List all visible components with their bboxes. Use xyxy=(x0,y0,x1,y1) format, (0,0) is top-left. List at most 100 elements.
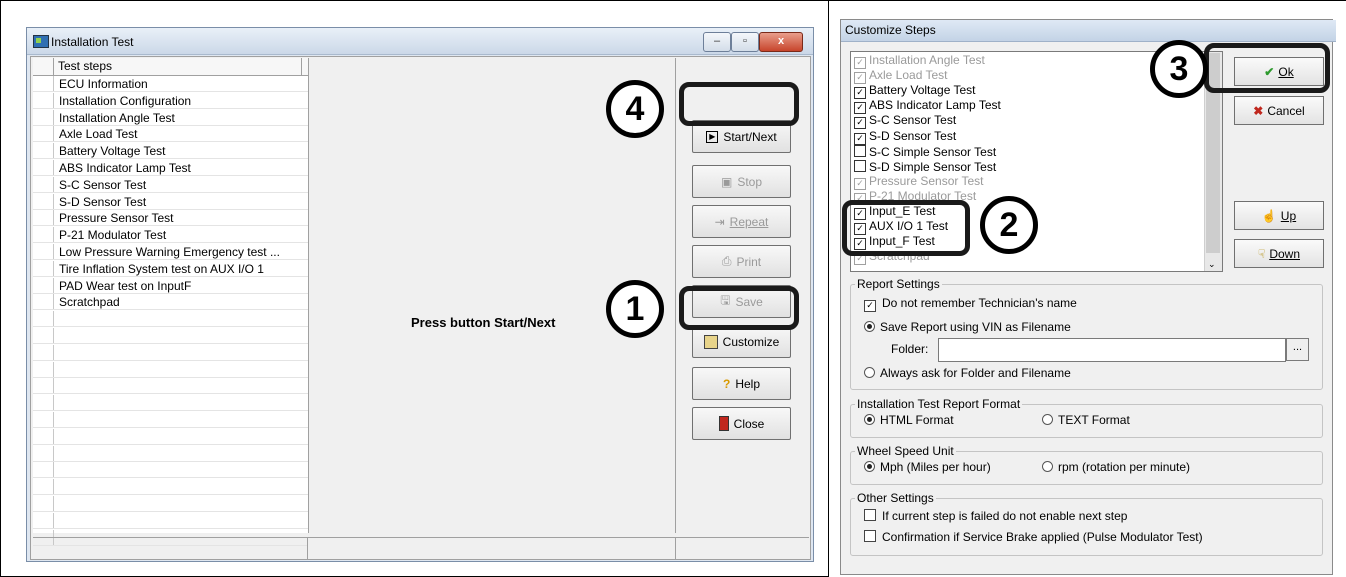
checkbox-box xyxy=(854,159,866,172)
repeat-button[interactable]: ⇥ Repeat xyxy=(692,205,791,238)
step-row[interactable]: S-D Sensor Test xyxy=(33,193,308,210)
step-checkbox-label: Pressure Sensor Test xyxy=(869,173,984,188)
row-gutter xyxy=(33,76,54,92)
step-checkbox-label: Battery Voltage Test xyxy=(869,83,976,98)
figure-border-top xyxy=(0,0,828,1)
test-steps-grid[interactable]: Test steps ECU Information Installation C… xyxy=(33,58,309,546)
scroll-down-arrow[interactable]: ⌄ xyxy=(1208,259,1216,270)
step-row[interactable]: Installation Angle Test xyxy=(33,109,308,126)
grid-header: Test steps xyxy=(33,58,308,76)
failed-step-checkbox[interactable]: If current step is failed do not enable … xyxy=(864,509,1127,523)
empty-row xyxy=(33,344,308,361)
radio-dot xyxy=(864,461,875,472)
mph-radio[interactable]: Mph (Miles per hour) xyxy=(864,460,991,474)
stop-button[interactable]: ▣ Stop xyxy=(692,165,791,198)
empty-row xyxy=(33,428,308,445)
empty-row xyxy=(33,496,308,512)
dont-remember-tech-checkbox[interactable]: ✓ Do not remember Technician's name xyxy=(864,296,1077,312)
step-label: Installation Angle Test xyxy=(59,110,175,125)
step-row[interactable]: Battery Voltage Test xyxy=(33,143,308,160)
up-button[interactable]: ☝ Up xyxy=(1234,201,1324,230)
row-gutter xyxy=(33,143,54,160)
ok-highlight xyxy=(1204,43,1330,93)
customize-label: Customize xyxy=(722,334,780,349)
empty-row xyxy=(33,328,308,344)
row-gutter xyxy=(33,210,54,227)
maximize-button[interactable]: ▫ xyxy=(731,32,759,52)
print-button[interactable]: ⎙ Print xyxy=(692,245,791,278)
step-label: Pressure Sensor Test xyxy=(59,211,174,226)
status-separator-2 xyxy=(675,538,676,560)
customize-steps-dialog: Customize Steps ✓ Installation Angle Test… xyxy=(840,19,1336,575)
step-row[interactable]: Low Pressure Warning Emergency test ... xyxy=(33,244,308,260)
radio-dot xyxy=(1042,414,1053,425)
step-row[interactable]: ABS Indicator Lamp Test xyxy=(33,160,308,176)
browse-folder-button[interactable]: ... xyxy=(1286,338,1309,361)
printer-icon: ⎙ xyxy=(721,254,732,268)
report-settings-caption: Report Settings xyxy=(855,277,942,291)
step-checkbox-item[interactable]: S-D Simple Sensor Test xyxy=(854,159,996,173)
text-format-label: TEXT Format xyxy=(1058,413,1130,427)
empty-row xyxy=(33,445,308,462)
cancel-button[interactable]: ✖ Cancel xyxy=(1234,96,1324,125)
step-row[interactable]: Pressure Sensor Test xyxy=(33,210,308,227)
step-checkbox-item[interactable]: ✓ Axle Load Test xyxy=(854,69,948,85)
app-icon xyxy=(33,35,49,48)
step-row[interactable]: S-C Sensor Test xyxy=(33,176,308,193)
always-ask-radio[interactable]: Always ask for Folder and Filename xyxy=(864,366,1071,380)
callout-3: 3 xyxy=(1150,40,1208,98)
dialog-title: Customize Steps xyxy=(841,20,1336,42)
start-next-highlight xyxy=(679,82,799,126)
failed-step-label: If current step is failed do not enable … xyxy=(882,509,1128,523)
step-checkbox-label: S-D Sensor Test xyxy=(869,128,957,143)
step-label: PAD Wear test on InputF xyxy=(59,278,192,293)
row-gutter xyxy=(33,160,54,176)
close-button[interactable]: Close xyxy=(692,407,791,440)
row-gutter xyxy=(33,109,54,126)
step-row[interactable]: Installation Configuration xyxy=(33,92,308,109)
step-row[interactable]: Tire Inflation System test on AUX I/O 1 xyxy=(33,260,308,277)
empty-row xyxy=(33,479,308,496)
callout-2: 2 xyxy=(980,196,1038,254)
step-row[interactable]: PAD Wear test on InputF xyxy=(33,277,308,294)
step-row[interactable]: P-21 Modulator Test xyxy=(33,227,308,244)
step-checkbox-item[interactable]: ✓ ABS Indicator Lamp Test xyxy=(854,98,1001,115)
step-row[interactable]: ECU Information xyxy=(33,76,308,92)
help-button[interactable]: ? Help xyxy=(692,367,791,400)
step-checkbox-item[interactable]: S-C Simple Sensor Test xyxy=(854,144,996,158)
service-brake-checkbox[interactable]: Confirmation if Service Brake applied (P… xyxy=(864,530,1203,544)
close-window-button[interactable]: x xyxy=(759,32,803,52)
up-label: Up xyxy=(1280,208,1297,223)
radio-dot xyxy=(864,367,875,378)
html-format-radio[interactable]: HTML Format xyxy=(864,413,954,427)
rpm-radio[interactable]: rpm (rotation per minute) xyxy=(1042,460,1190,474)
status-bar xyxy=(33,537,809,560)
report-format-caption: Installation Test Report Format xyxy=(855,397,1023,411)
step-checkbox-item[interactable]: ✓ Installation Angle Test xyxy=(854,54,985,69)
service-brake-label: Confirmation if Service Brake applied (P… xyxy=(882,530,1203,544)
empty-row xyxy=(33,412,308,428)
down-button[interactable]: ☟ Down xyxy=(1234,239,1324,268)
play-icon: ▶ xyxy=(706,130,719,143)
step-row[interactable]: Scratchpad xyxy=(33,294,308,311)
row-gutter xyxy=(33,277,54,294)
minimize-button[interactable]: – xyxy=(703,32,731,52)
folder-input[interactable] xyxy=(938,338,1286,362)
wheel-speed-caption: Wheel Speed Unit xyxy=(855,444,956,458)
save-vin-radio[interactable]: Save Report using VIN as Filename xyxy=(864,320,1071,334)
step-checkbox-item[interactable]: ✓ Battery Voltage Test xyxy=(854,83,976,100)
callout-1: 1 xyxy=(606,280,664,338)
step-label: Installation Configuration xyxy=(59,93,192,108)
help-label: Help xyxy=(735,376,761,391)
checkbox-box: ✓ xyxy=(854,177,866,190)
step-checkbox-item[interactable]: ✓ S-C Sensor Test xyxy=(854,114,956,130)
step-row[interactable]: Axle Load Test xyxy=(33,126,308,143)
test-steps-header: Test steps xyxy=(54,58,302,75)
step-label: S-D Sensor Test xyxy=(59,194,147,209)
text-format-radio[interactable]: TEXT Format xyxy=(1042,413,1130,427)
row-gutter xyxy=(33,193,54,210)
step-checkbox-item[interactable]: ✓ S-D Sensor Test xyxy=(854,128,957,145)
step-checkbox-label: ABS Indicator Lamp Test xyxy=(869,98,1001,113)
step-checkbox-item[interactable]: ✓ Pressure Sensor Test xyxy=(854,173,984,190)
checkbox-box: ✓ xyxy=(854,117,866,130)
